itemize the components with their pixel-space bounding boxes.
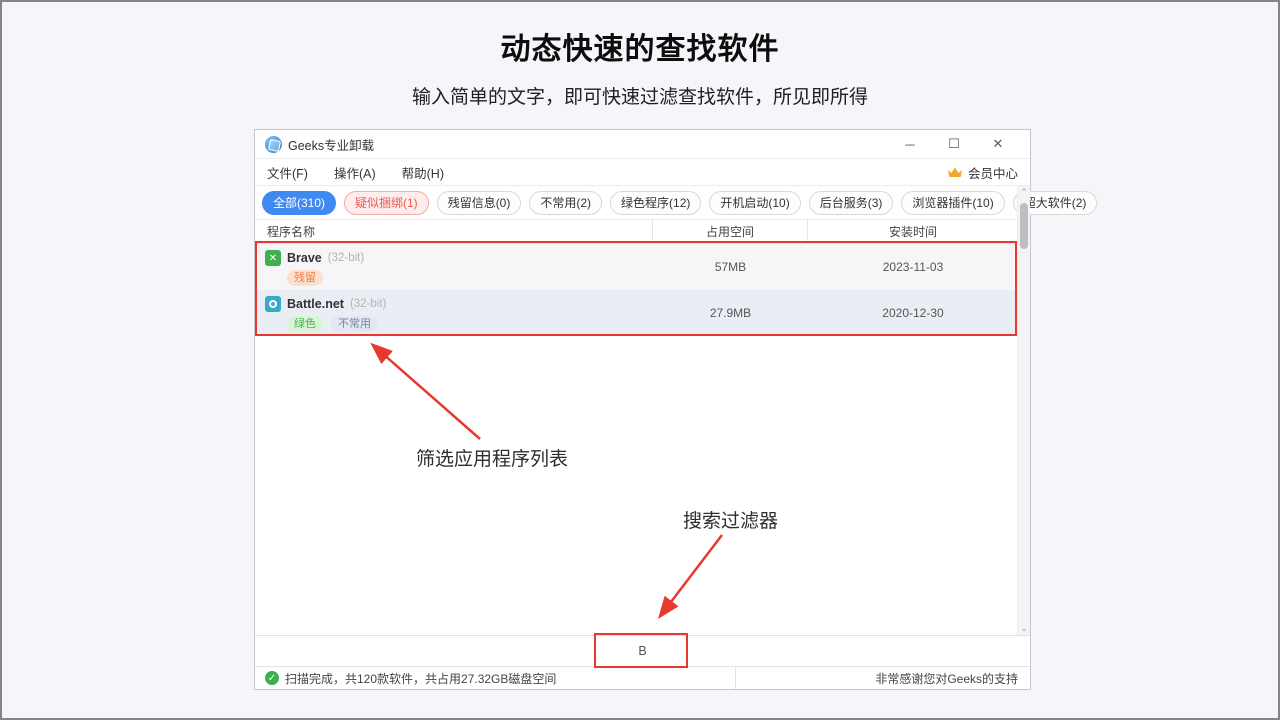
menu-action[interactable]: 操作(A) [334, 163, 376, 182]
page-subtitle: 输入简单的文字，即可快速过滤查找软件，所见即所得 [2, 82, 1278, 109]
scan-status-text: 扫描完成，共120款软件，共占用27.32GB磁盘空间 [285, 670, 556, 687]
page-title: 动态快速的查找软件 [2, 24, 1278, 68]
menu-bar: 文件(F) 操作(A) 帮助(H) 会员中心 [255, 159, 1030, 186]
filter-background-services[interactable]: 后台服务(3) [809, 191, 894, 215]
column-size[interactable]: 占用空间 [653, 220, 808, 243]
annotation-search-label: 搜索过滤器 [683, 506, 778, 533]
highlight-box-search [594, 633, 688, 668]
crown-icon [947, 166, 963, 179]
maximize-button[interactable]: ☐ [932, 130, 976, 159]
filter-leftover-info[interactable]: 残留信息(0) [437, 191, 522, 215]
minimize-button[interactable]: ─ [888, 130, 932, 159]
column-program-name[interactable]: 程序名称 [255, 220, 653, 243]
filter-startup[interactable]: 开机启动(10) [709, 191, 800, 215]
scan-status: ✓ 扫描完成，共120款软件，共占用27.32GB磁盘空间 [255, 667, 736, 689]
window-title: Geeks专业卸载 [288, 135, 374, 154]
menu-file[interactable]: 文件(F) [267, 163, 308, 182]
check-circle-icon: ✓ [265, 671, 279, 685]
close-button[interactable]: ✕ [976, 130, 1020, 159]
filter-rarely-used[interactable]: 不常用(2) [529, 191, 602, 215]
scroll-up-icon[interactable]: ⌃ [1018, 186, 1030, 199]
filter-bar: 全部(310) 疑似捆绑(1) 残留信息(0) 不常用(2) 绿色程序(12) … [255, 186, 1016, 219]
slide-page: 动态快速的查找软件 输入简单的文字，即可快速过滤查找软件，所见即所得 Geeks… [0, 0, 1280, 720]
thanks-text: 非常感谢您对Geeks的支持 [736, 667, 1030, 689]
member-center-link[interactable]: 会员中心 [947, 163, 1018, 182]
annotation-list-label: 筛选应用程序列表 [416, 444, 568, 471]
filter-suspected-bundle[interactable]: 疑似捆绑(1) [344, 191, 429, 215]
column-install-date[interactable]: 安装时间 [808, 220, 1018, 243]
window-titlebar: Geeks专业卸载 ─ ☐ ✕ [255, 130, 1030, 159]
menu-help[interactable]: 帮助(H) [402, 163, 444, 182]
geeks-logo-icon [265, 136, 282, 153]
highlight-box-rows [255, 241, 1017, 336]
vertical-scrollbar[interactable]: ⌃ ⌄ [1017, 186, 1030, 635]
window-controls: ─ ☐ ✕ [888, 130, 1020, 159]
scroll-down-icon[interactable]: ⌄ [1018, 622, 1030, 635]
member-center-label: 会员中心 [968, 163, 1018, 182]
app-window: Geeks专业卸载 ─ ☐ ✕ 文件(F) 操作(A) 帮助(H) 会员中心 全… [254, 129, 1031, 690]
filter-green-programs[interactable]: 绿色程序(12) [610, 191, 701, 215]
filter-browser-plugins[interactable]: 浏览器插件(10) [901, 191, 1004, 215]
filter-all[interactable]: 全部(310) [262, 191, 336, 215]
status-bar: ✓ 扫描完成，共120款软件，共占用27.32GB磁盘空间 非常感谢您对Geek… [255, 666, 1030, 689]
scrollbar-thumb[interactable] [1020, 203, 1028, 249]
